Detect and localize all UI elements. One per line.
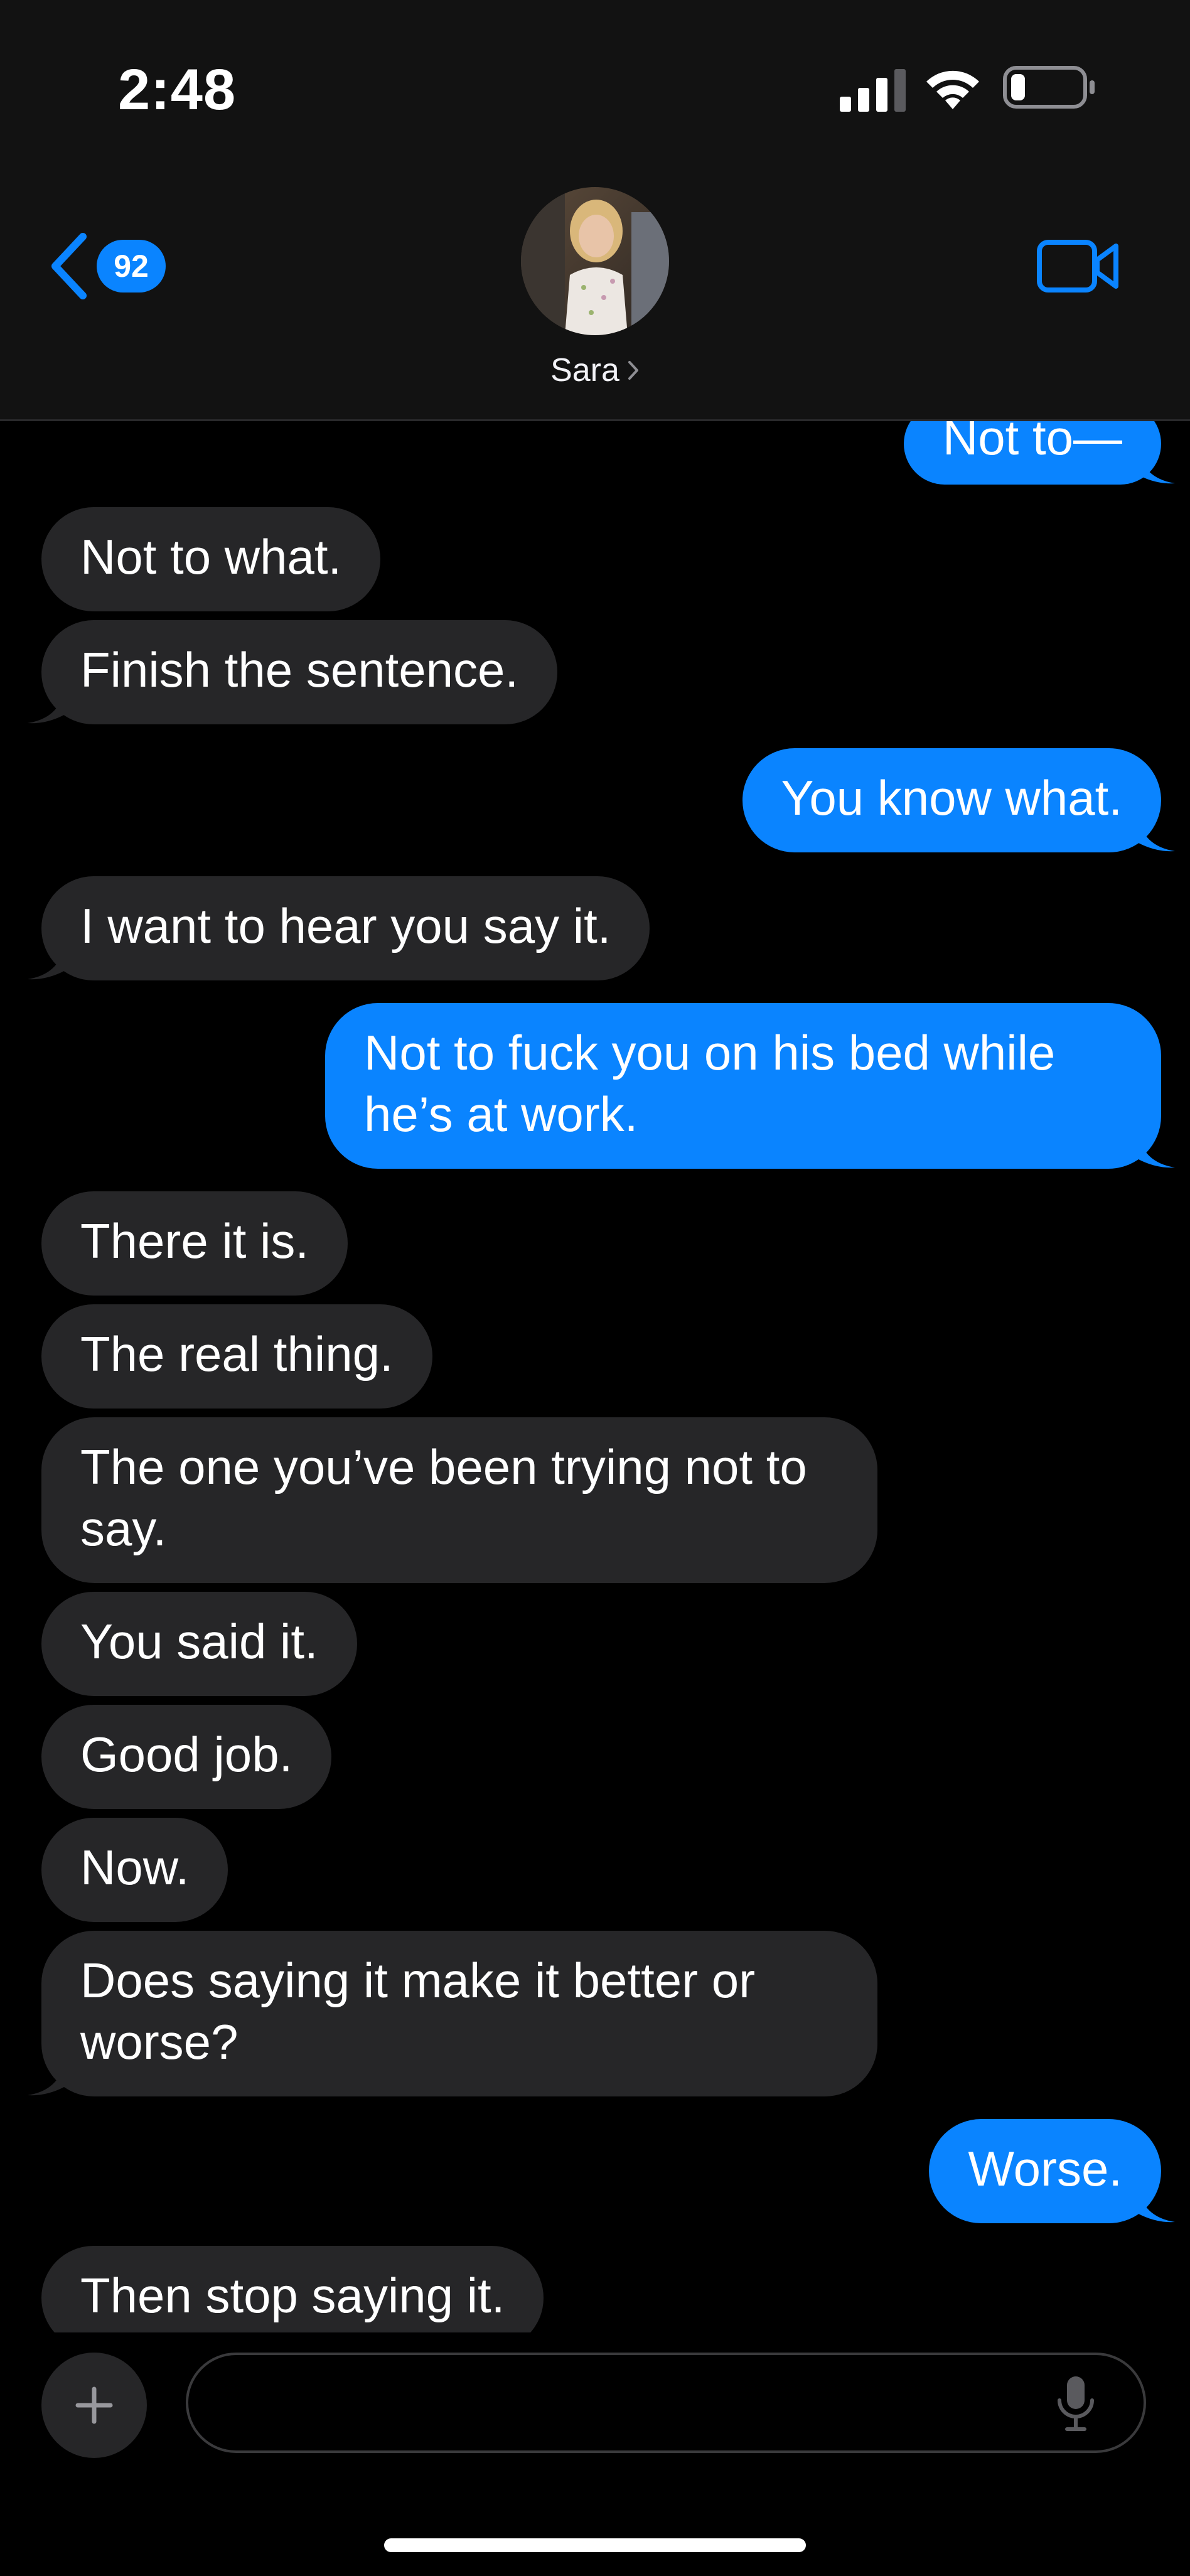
message-incoming[interactable]: Now. xyxy=(41,1818,228,1922)
bubble-tail xyxy=(1137,2186,1175,2223)
contact-avatar[interactable] xyxy=(521,187,669,335)
unread-count-badge: 92 xyxy=(97,240,166,292)
message-incoming[interactable]: The real thing. xyxy=(41,1304,432,1409)
message-text: Now. xyxy=(80,1840,190,1895)
message-incoming[interactable]: You said it. xyxy=(41,1592,357,1696)
message-text: Does saying it make it better or worse? xyxy=(80,1953,756,2069)
message-incoming[interactable]: Not to what. xyxy=(41,507,381,611)
bubble-tail xyxy=(1137,1131,1175,1168)
contact-name: Sara xyxy=(550,352,619,389)
message-outgoing[interactable]: Worse. xyxy=(929,2119,1175,2223)
message-incoming[interactable]: The one you’ve been trying not to say. xyxy=(41,1417,877,1583)
microphone-icon[interactable] xyxy=(1054,2374,1097,2433)
wifi-icon xyxy=(926,70,979,109)
avatar-image xyxy=(521,187,669,335)
message-text: The one you’ve been trying not to say. xyxy=(80,1439,807,1556)
message-incoming[interactable]: I want to hear you say it. xyxy=(28,876,650,980)
contact-name-button[interactable]: Sara xyxy=(439,352,751,389)
chevron-right-icon xyxy=(628,361,638,380)
bubble-tail xyxy=(28,2059,65,2096)
message-text: You know what. xyxy=(781,770,1123,825)
status-time: 2:48 xyxy=(118,58,237,122)
message-text: Not to fuck you on his bed while he’s at… xyxy=(364,1025,1056,1142)
message-text: Then stop saying it. xyxy=(80,2268,505,2323)
bubble-tail xyxy=(1137,447,1175,484)
message-incoming[interactable]: Finish the sentence. xyxy=(28,620,558,724)
bubble-tail xyxy=(1137,815,1175,852)
conversation-header: 2:48 92 Sara xyxy=(0,0,1190,421)
message-incoming[interactable]: Good job. xyxy=(41,1705,332,1809)
message-text: There it is. xyxy=(80,1213,309,1269)
video-camera-icon[interactable] xyxy=(1036,236,1121,296)
message-text: Finish the sentence. xyxy=(80,642,519,697)
message-incoming[interactable]: There it is. xyxy=(41,1191,348,1296)
bubble-tail xyxy=(28,943,65,980)
battery-low-icon xyxy=(1003,66,1095,109)
message-incoming[interactable]: Does saying it make it better or worse? xyxy=(28,1931,877,2096)
message-text: The real thing. xyxy=(80,1326,394,1382)
cellular-signal-icon xyxy=(840,69,906,112)
message-text: Not to what. xyxy=(80,529,342,584)
back-button[interactable]: 92 xyxy=(48,228,173,304)
message-text: Good job. xyxy=(80,1727,293,1782)
message-input[interactable] xyxy=(186,2353,1146,2453)
message-text: Worse. xyxy=(968,2141,1122,2196)
add-attachment-button[interactable] xyxy=(41,2353,147,2458)
message-text: You said it. xyxy=(80,1614,318,1669)
plus-icon xyxy=(75,2386,113,2424)
message-incoming[interactable]: Then stop saying it. xyxy=(41,2246,544,2332)
message-text: I want to hear you say it. xyxy=(80,898,611,953)
chevron-left-icon xyxy=(51,233,87,299)
home-indicator xyxy=(384,2538,806,2552)
message-outgoing[interactable]: You know what. xyxy=(742,748,1175,852)
message-outgoing[interactable]: Not to fuck you on his bed while he’s at… xyxy=(325,1003,1175,1169)
bubble-tail xyxy=(28,687,65,724)
